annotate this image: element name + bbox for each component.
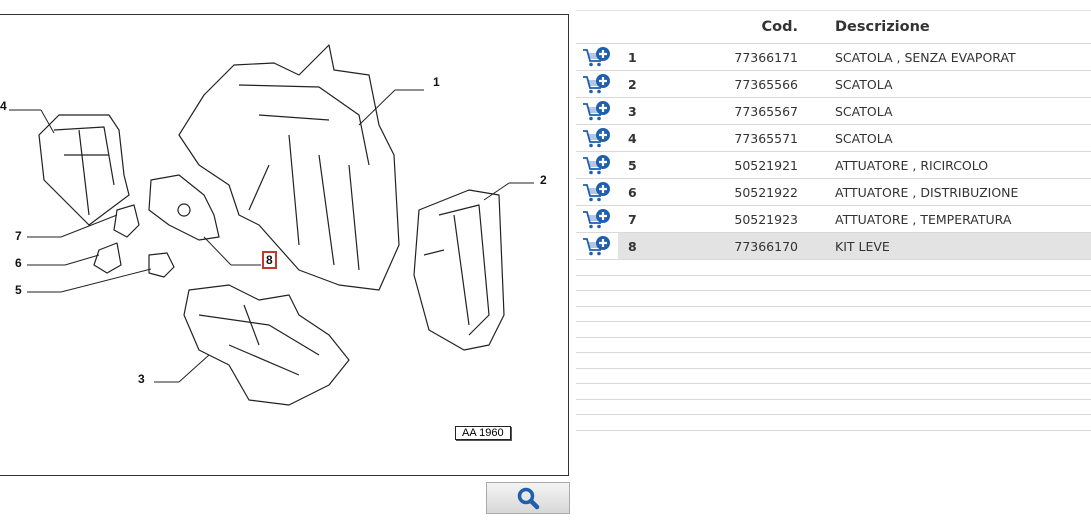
callout-6[interactable]: 6 bbox=[15, 256, 22, 270]
header-cart bbox=[576, 11, 618, 44]
parts-drawing bbox=[9, 44, 534, 406]
part-1-housing bbox=[178, 44, 400, 291]
empty-row bbox=[576, 337, 1091, 353]
part-code: 77366171 bbox=[734, 49, 798, 65]
callout-3[interactable]: 3 bbox=[138, 372, 145, 386]
table-row[interactable]: 8 77366170 KIT LEVE bbox=[576, 232, 1091, 260]
part-description: SCATOLA , SENZA EVAPORAT bbox=[835, 49, 1016, 65]
add-to-cart-button[interactable] bbox=[576, 44, 618, 71]
part-description: SCATOLA bbox=[835, 130, 893, 146]
part-code: 50521921 bbox=[734, 157, 798, 173]
add-to-cart-icon bbox=[583, 182, 610, 202]
part-code: 50521923 bbox=[734, 211, 798, 227]
part-2-duct bbox=[413, 189, 505, 351]
header-cod: Cod. bbox=[761, 19, 799, 35]
add-to-cart-icon bbox=[583, 236, 610, 256]
add-to-cart-icon bbox=[583, 128, 610, 148]
add-to-cart-icon bbox=[583, 47, 610, 67]
part-description: ATTUATORE , RICIRCOLO bbox=[835, 157, 989, 173]
row-number: 3 bbox=[628, 103, 637, 119]
part-6-actuator bbox=[93, 242, 122, 274]
part-description: ATTUATORE , TEMPERATURA bbox=[835, 211, 1012, 227]
part-description: SCATOLA bbox=[835, 103, 893, 119]
part-code: 77365571 bbox=[734, 130, 798, 146]
part-code: 50521922 bbox=[734, 184, 798, 200]
part-description: ATTUATORE , DISTRIBUZIONE bbox=[835, 184, 1019, 200]
empty-row bbox=[576, 399, 1091, 415]
row-number: 2 bbox=[628, 76, 637, 92]
empty-row bbox=[576, 368, 1091, 384]
table-row[interactable]: 3 77365567 SCATOLA bbox=[576, 98, 1091, 125]
add-to-cart-button[interactable] bbox=[576, 71, 618, 98]
part-code: 77365566 bbox=[734, 76, 798, 92]
part-code: 77365567 bbox=[734, 103, 798, 119]
diagram-reference-label: AA 1960 bbox=[455, 426, 511, 440]
callout-4[interactable]: 4 bbox=[0, 99, 7, 113]
zoom-button[interactable] bbox=[486, 482, 570, 514]
callout-7[interactable]: 7 bbox=[15, 229, 22, 243]
callout-5[interactable]: 5 bbox=[15, 283, 22, 297]
header-descrizione: Descrizione bbox=[835, 19, 930, 35]
part-5-actuator bbox=[148, 252, 175, 278]
add-to-cart-button[interactable] bbox=[576, 125, 618, 152]
header-num bbox=[618, 11, 673, 44]
empty-row bbox=[576, 384, 1091, 399]
row-number: 7 bbox=[628, 211, 637, 227]
parts-list: Cod. Descrizione 1 77366171 SCATOLA , SENZ… bbox=[576, 10, 1091, 431]
callout-2[interactable]: 2 bbox=[540, 173, 547, 187]
empty-row bbox=[576, 306, 1091, 322]
row-number: 8 bbox=[618, 232, 673, 260]
row-number: 4 bbox=[628, 130, 637, 146]
add-to-cart-button[interactable] bbox=[576, 152, 618, 179]
callout-8-highlighted[interactable]: 8 bbox=[262, 251, 277, 269]
table-row[interactable]: 5 50521921 ATTUATORE , RICIRCOLO bbox=[576, 152, 1091, 179]
part-code: 77366170 bbox=[673, 232, 834, 260]
part-3-lower-case bbox=[183, 284, 350, 406]
table-row[interactable]: 1 77366171 SCATOLA , SENZA EVAPORAT bbox=[576, 44, 1091, 71]
table-row[interactable]: 6 50521922 ATTUATORE , DISTRIBUZIONE bbox=[576, 179, 1091, 206]
part-7-small-actuator bbox=[113, 204, 140, 238]
add-to-cart-icon bbox=[583, 101, 610, 121]
row-number: 5 bbox=[628, 157, 637, 173]
table-row[interactable]: 2 77365566 SCATOLA bbox=[576, 71, 1091, 98]
part-description: KIT LEVE bbox=[834, 232, 1091, 260]
callout-1[interactable]: 1 bbox=[433, 75, 440, 89]
add-to-cart-icon bbox=[583, 74, 610, 94]
magnifier-icon bbox=[517, 487, 540, 510]
empty-row bbox=[576, 415, 1091, 430]
add-to-cart-icon bbox=[583, 155, 610, 175]
row-number: 6 bbox=[628, 184, 637, 200]
table-row[interactable]: 7 50521923 ATTUATORE , TEMPERATURA bbox=[576, 206, 1091, 233]
add-to-cart-button[interactable] bbox=[576, 206, 618, 233]
empty-row bbox=[576, 322, 1091, 337]
empty-row bbox=[576, 353, 1091, 368]
row-number: 1 bbox=[628, 49, 637, 65]
add-to-cart-icon bbox=[583, 209, 610, 229]
add-to-cart-button[interactable] bbox=[576, 233, 618, 260]
table-header-row: Cod. Descrizione bbox=[576, 10, 1091, 44]
add-to-cart-button[interactable] bbox=[576, 179, 618, 206]
table-row[interactable]: 4 77365571 SCATOLA bbox=[576, 125, 1091, 152]
empty-row bbox=[576, 260, 1091, 275]
empty-row bbox=[576, 275, 1091, 291]
parts-table: Cod. Descrizione 1 77366171 SCATOLA , SENZ… bbox=[576, 10, 1091, 431]
empty-row bbox=[576, 291, 1091, 306]
exploded-parts-diagram[interactable]: 1 2 3 4 5 6 7 8 AA 1960 bbox=[0, 14, 569, 476]
part-description: SCATOLA bbox=[835, 76, 893, 92]
add-to-cart-button[interactable] bbox=[576, 98, 618, 125]
